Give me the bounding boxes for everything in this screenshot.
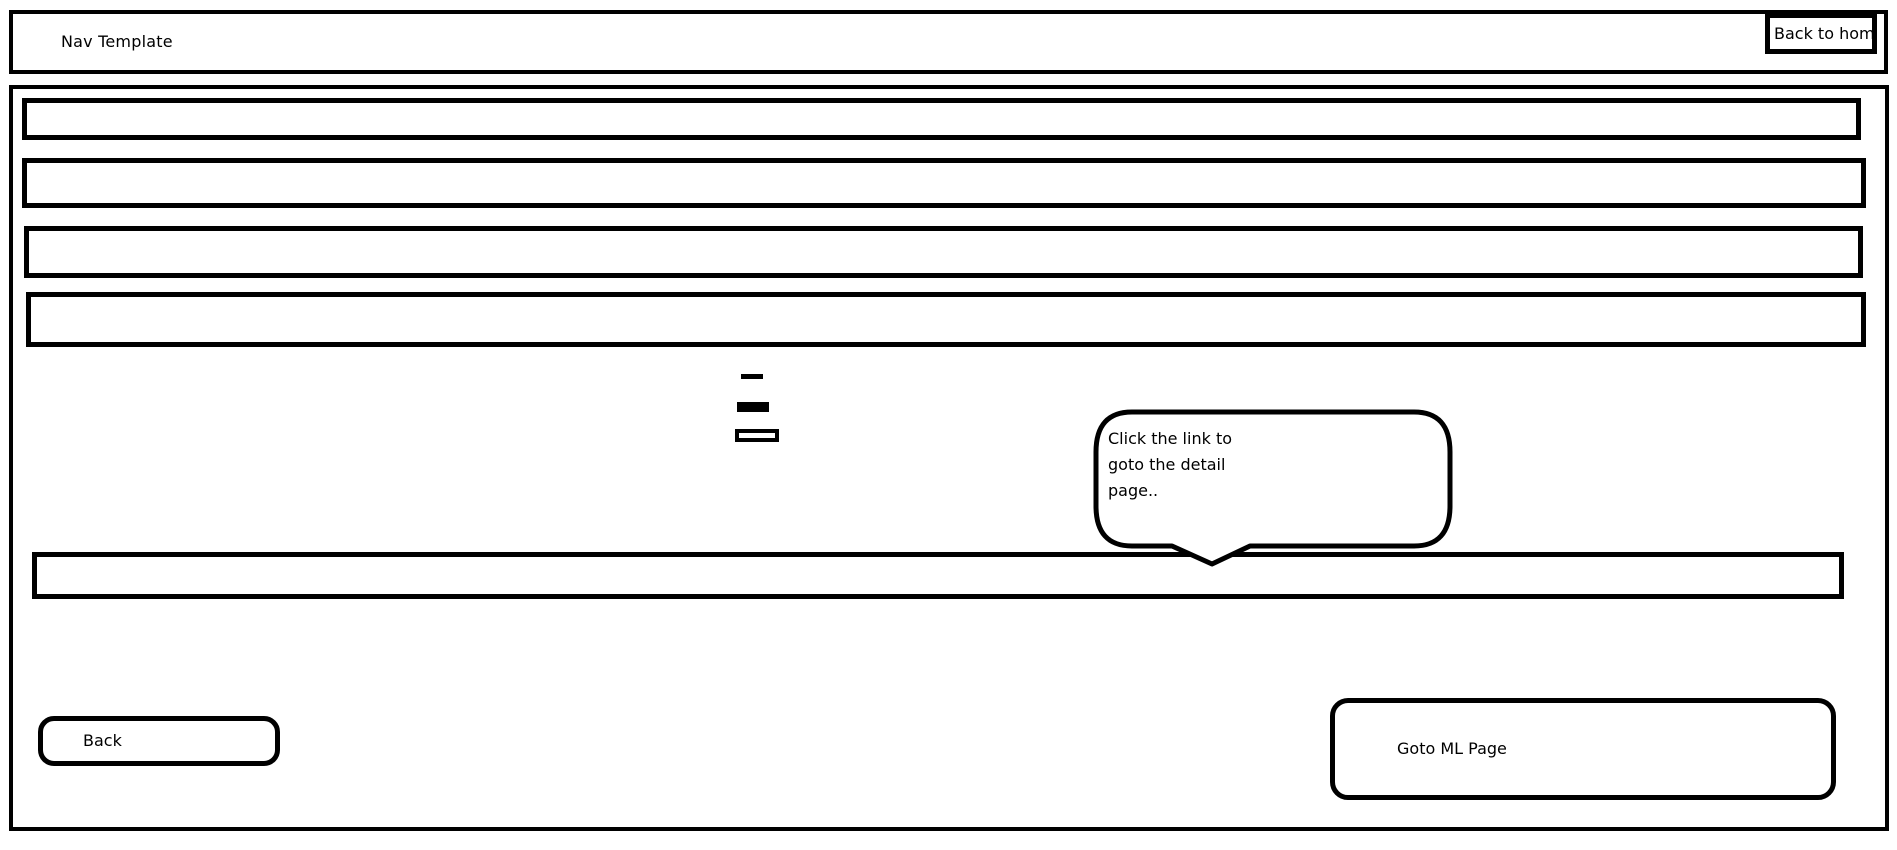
goto-ml-page-button[interactable]: Goto ML Page	[1330, 698, 1836, 800]
content-bar-4[interactable]	[26, 292, 1866, 347]
callout-text: Click the link to goto the detail page..	[1108, 426, 1238, 504]
callout-line-2: goto the detail	[1108, 455, 1226, 474]
content-bar-2[interactable]	[22, 158, 1866, 208]
tooltip-callout: Click the link to goto the detail page..	[1092, 408, 1454, 567]
nav-bar: Nav Template	[9, 10, 1888, 74]
wireframe-page: Nav Template Back to home Click the link…	[0, 0, 1897, 850]
back-button[interactable]: Back	[38, 716, 280, 766]
loading-indicator-dash-1	[741, 374, 763, 379]
content-bar-1[interactable]	[22, 98, 1861, 140]
back-to-home-button[interactable]: Back to home	[1765, 13, 1877, 54]
content-bar-3[interactable]	[24, 226, 1863, 278]
callout-line-1: Click the link to	[1108, 429, 1232, 448]
loading-indicator-dash-2	[737, 402, 769, 412]
callout-line-3: page..	[1108, 481, 1159, 500]
nav-title: Nav Template	[61, 32, 173, 51]
detail-link-bar[interactable]	[32, 552, 1844, 599]
loading-indicator-dash-3	[735, 429, 779, 442]
